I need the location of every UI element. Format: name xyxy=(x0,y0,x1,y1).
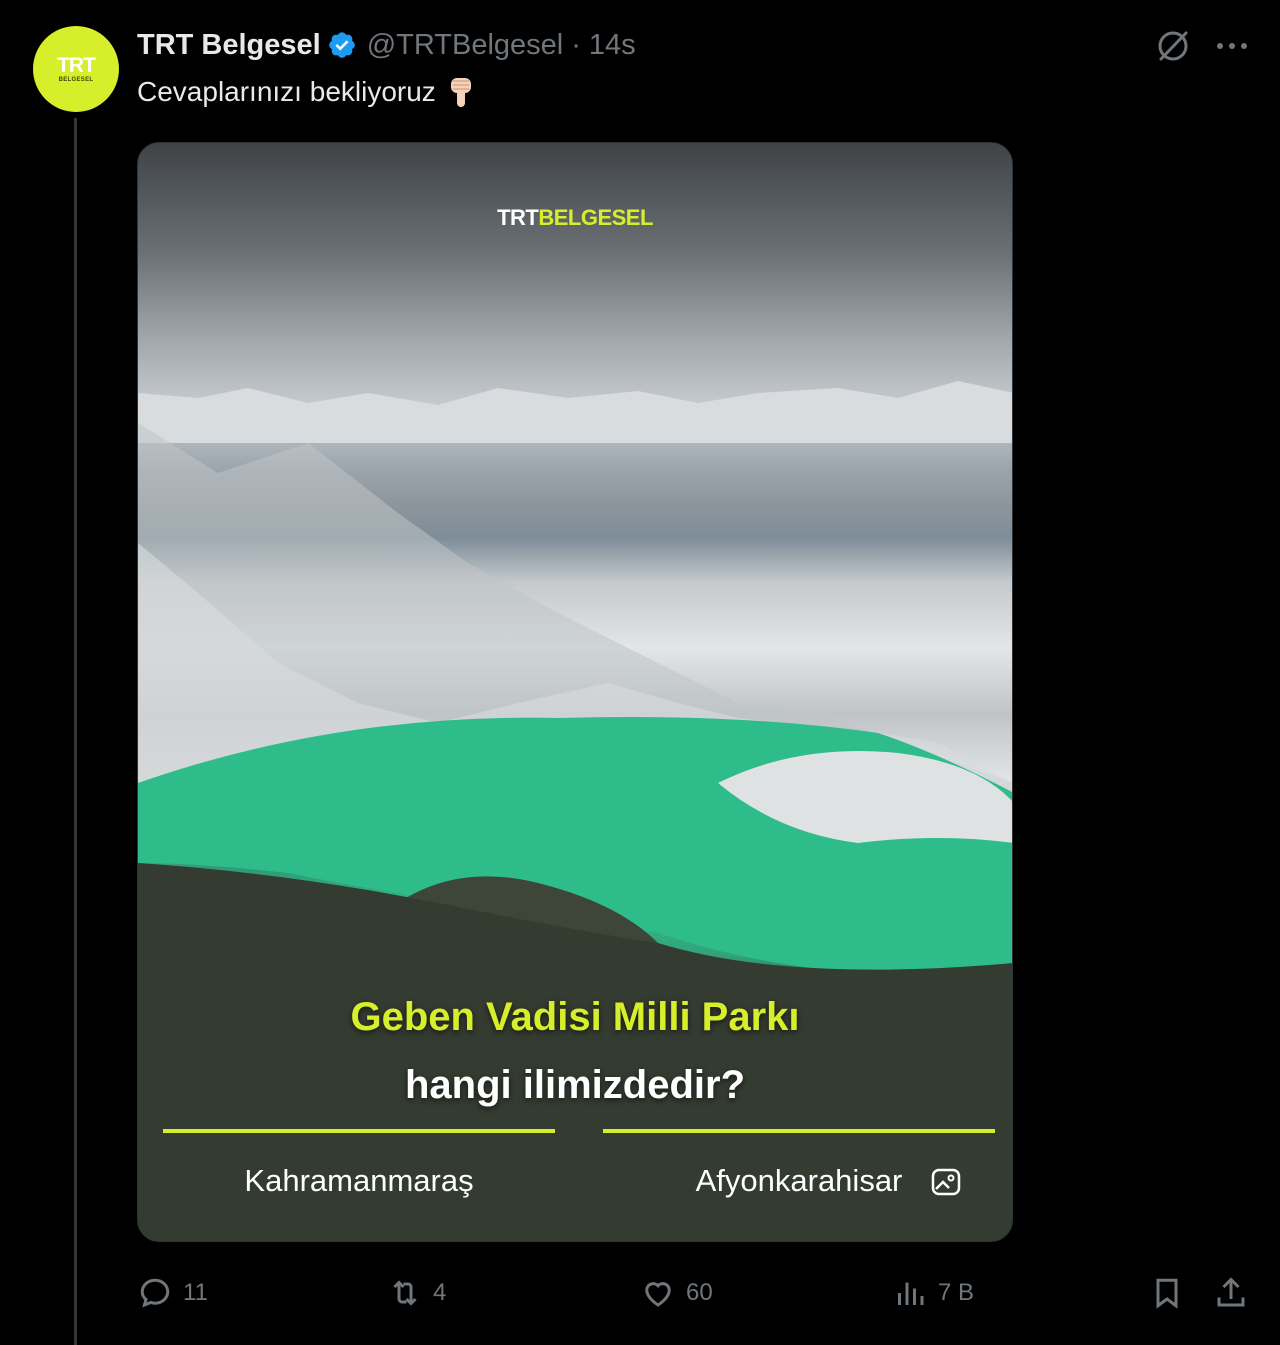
thread-line xyxy=(74,118,77,1345)
like-icon xyxy=(645,1282,671,1307)
more-icon[interactable] xyxy=(1212,28,1252,64)
repost-button[interactable]: 4 xyxy=(387,1270,446,1316)
pointing-down-emoji xyxy=(450,78,471,107)
tweet-header: TRT Belgesel @TRTBelgesel · 14s xyxy=(137,26,636,64)
views-icon xyxy=(898,1282,924,1305)
like-count: 60 xyxy=(686,1279,713,1306)
timestamp[interactable]: 14s xyxy=(589,29,636,62)
more-dot xyxy=(1241,43,1247,49)
option-1-underline xyxy=(163,1129,555,1133)
reply-button[interactable]: 11 xyxy=(137,1270,208,1316)
tweet-text: Cevaplarınızı bekliyoruz xyxy=(137,75,474,109)
author-handle[interactable]: @TRTBelgesel xyxy=(367,29,564,62)
grok-icon[interactable] xyxy=(1155,28,1191,64)
action-bar: 11 4 60 7 B xyxy=(137,1270,1257,1316)
bookmark-button[interactable] xyxy=(1149,1270,1185,1316)
views-count: 7 B xyxy=(938,1279,975,1306)
repost-count: 4 xyxy=(433,1279,447,1306)
tweet-image[interactable]: TRTBELGESEL Geben Vadisi Milli Parkı han… xyxy=(137,142,1013,1242)
repost-icon xyxy=(393,1280,417,1306)
media-logo-belgesel: BELGESEL xyxy=(538,205,653,230)
views-button[interactable]: 7 B xyxy=(892,1270,974,1316)
avatar-text-trt: TRT xyxy=(57,53,96,77)
alt-image-icon[interactable] xyxy=(930,1165,964,1199)
author-name[interactable]: TRT Belgesel xyxy=(137,29,321,62)
like-button[interactable]: 60 xyxy=(640,1270,713,1316)
media-logo: TRTBELGESEL xyxy=(138,205,1012,231)
avatar[interactable]: TRT BELGESEL xyxy=(33,26,119,112)
question-line-1: Geben Vadisi Milli Parkı xyxy=(350,995,800,1039)
share-button[interactable] xyxy=(1213,1270,1249,1316)
verified-badge-icon[interactable] xyxy=(327,30,357,60)
option-1: Kahramanmaraş xyxy=(244,1163,474,1198)
share-icon xyxy=(1217,1277,1245,1307)
media-logo-trt: TRT xyxy=(497,205,539,230)
bookmark-icon xyxy=(1156,1278,1178,1309)
avatar-text-belgesel: BELGESEL xyxy=(58,76,94,83)
more-dot xyxy=(1217,43,1223,49)
reply-count: 11 xyxy=(183,1279,208,1306)
question-line-2: hangi ilimizdedir? xyxy=(404,1063,746,1107)
option-2-underline xyxy=(603,1129,995,1133)
separator-dot: · xyxy=(571,28,581,61)
more-dot xyxy=(1229,43,1235,49)
reply-icon xyxy=(140,1278,170,1308)
tweet-text-content: Cevaplarınızı bekliyoruz xyxy=(137,76,436,107)
